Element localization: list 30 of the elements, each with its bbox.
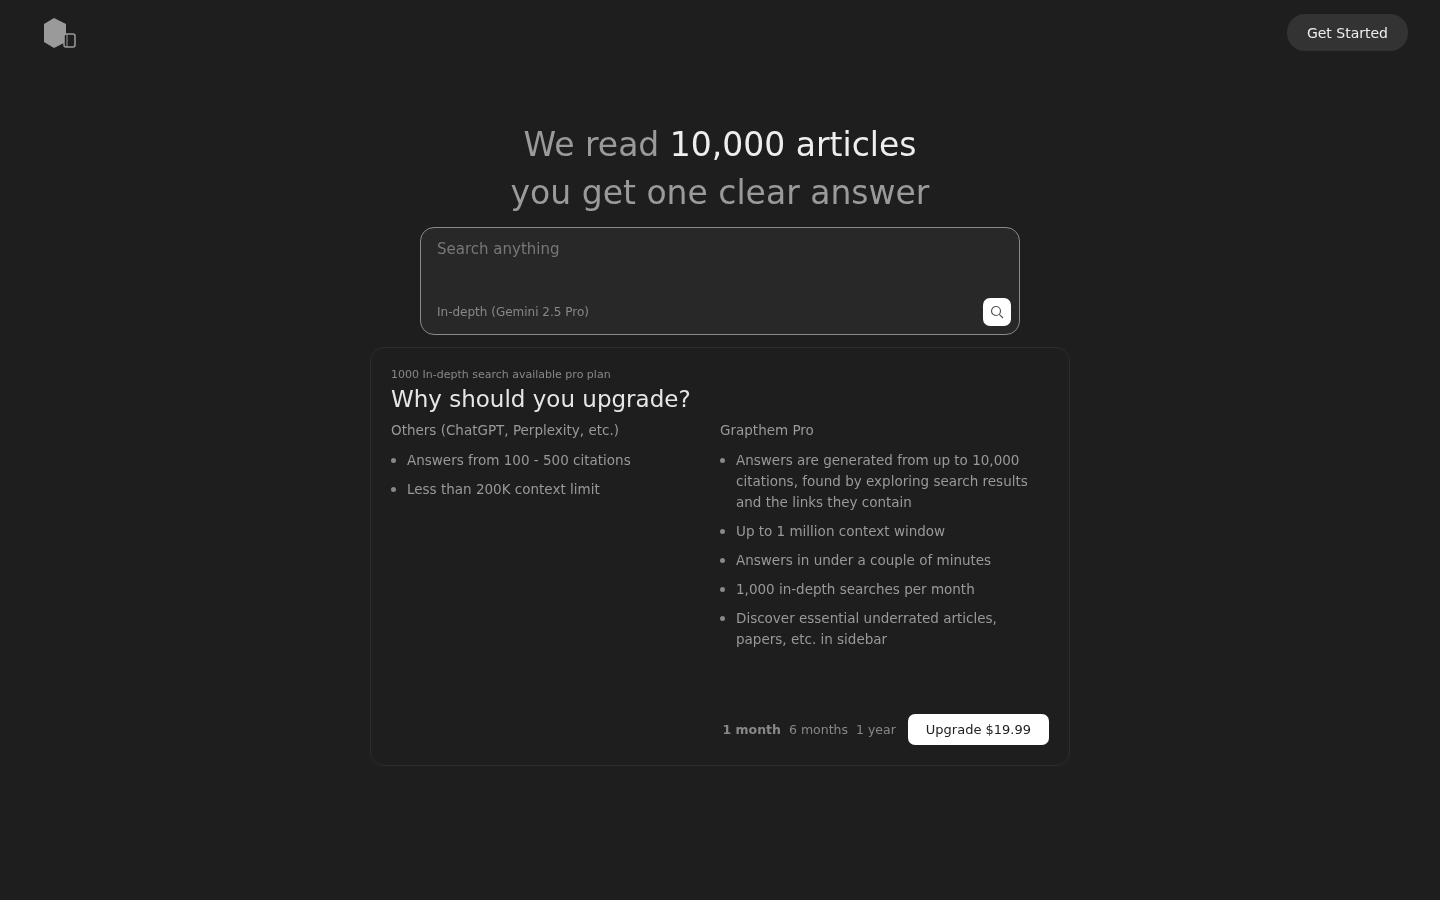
model-label: In-depth (Gemini 2.5 Pro) bbox=[437, 305, 589, 319]
subheadline: you get one clear answer bbox=[509, 172, 931, 214]
feature-item: Up to 1 million context window bbox=[736, 522, 946, 541]
search-field[interactable]: Search anything bbox=[437, 240, 1011, 258]
column-heading: Grapthem Pro bbox=[720, 422, 815, 438]
feature-item: Discover essential underrated articles, papers, etc. in sidebar bbox=[736, 609, 998, 649]
period-option[interactable]: 1 year bbox=[855, 722, 896, 737]
upgrade-button[interactable]: Upgrade $19.99 bbox=[907, 714, 1049, 745]
bullet-icon bbox=[720, 587, 725, 592]
bullet-icon bbox=[720, 529, 725, 534]
feature-item: Answers from 100 - 500 citations bbox=[407, 451, 631, 470]
feature-item: Less than 200K context limit bbox=[407, 480, 600, 499]
plan-note: 1000 In-depth search available pro plan bbox=[391, 368, 612, 381]
get-started-button[interactable]: Get Started bbox=[1286, 14, 1408, 51]
search-icon bbox=[990, 305, 1004, 319]
feature-item: Answers in under a couple of minutes bbox=[736, 551, 992, 570]
bullet-icon bbox=[391, 458, 396, 463]
search-button[interactable] bbox=[983, 298, 1011, 326]
logo-icon[interactable] bbox=[42, 15, 78, 50]
bullet-icon bbox=[720, 558, 725, 563]
bullet-icon bbox=[720, 616, 725, 621]
bullet-icon bbox=[391, 487, 396, 492]
period-option[interactable]: 6 months bbox=[788, 722, 848, 737]
bullet-icon bbox=[720, 458, 725, 463]
column-heading: Others (ChatGPT, Perplexity, etc.) bbox=[391, 422, 620, 438]
feature-item: 1,000 in-depth searches per month bbox=[736, 580, 975, 599]
period-option[interactable]: 1 month bbox=[722, 722, 781, 737]
feature-item: Answers are generated from up to 10,000 citations, found by exploring search results and the links they contain bbox=[736, 451, 1029, 512]
card-title: Why should you upgrade? bbox=[391, 386, 692, 412]
headline: We read 10,000 articles bbox=[522, 124, 918, 166]
